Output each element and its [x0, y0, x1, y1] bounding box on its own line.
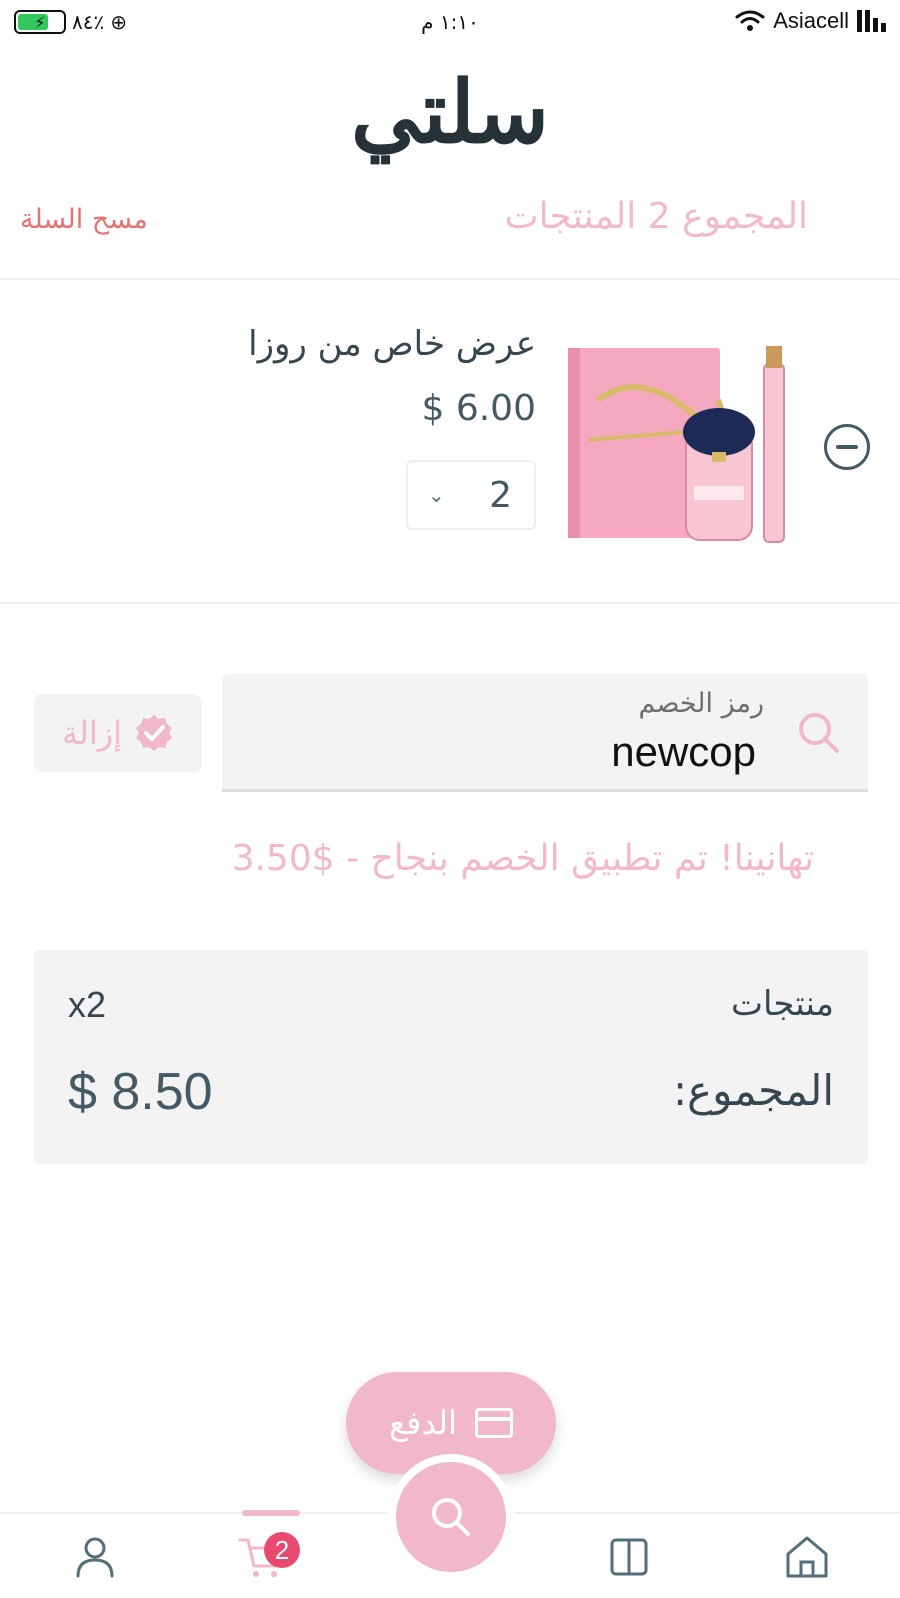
active-tab-indicator	[242, 1510, 300, 1516]
search-icon	[432, 1498, 470, 1536]
profile-icon[interactable]	[70, 1532, 120, 1582]
item-name: عرض خاص من روزا	[248, 324, 536, 364]
coupon-input[interactable]: رمز الخصم newcop	[222, 674, 868, 792]
pay-button[interactable]: الدفع	[346, 1372, 556, 1474]
search-icon	[799, 713, 839, 753]
total-label: المجموع:	[672, 1066, 834, 1115]
clear-cart-button[interactable]: مسح السلة	[20, 204, 148, 235]
remove-item-icon[interactable]	[824, 424, 870, 470]
coupon-value: newcop	[611, 728, 756, 775]
pay-label: الدفع	[389, 1404, 457, 1442]
divider	[0, 278, 900, 280]
cart-count-badge: 2	[264, 1532, 300, 1568]
total-products-count: المجموع 2 المنتجات	[504, 196, 808, 237]
verified-badge-icon	[136, 715, 173, 751]
products-label: منتجات	[730, 984, 834, 1024]
chevron-down-icon: ⌄	[428, 483, 445, 507]
coupon-success-message: تهانينا! تم تطبيق الخصم بنجاح - $3.50	[231, 838, 814, 879]
remove-coupon-button[interactable]: إزالة	[34, 694, 202, 772]
nav-search-button[interactable]	[396, 1462, 506, 1572]
credit-card-icon	[474, 1408, 513, 1438]
item-price: $ 6.00	[421, 388, 536, 429]
page-title: سلتي	[350, 62, 550, 163]
remove-coupon-label: إزالة	[61, 714, 123, 752]
cart-item: عرض خاص من روزا $ 6.00 ⌄ 2	[0, 300, 900, 600]
carrier-name: Asiacell	[773, 8, 849, 33]
order-summary: منتجات x2 المجموع: $ 8.50	[34, 950, 868, 1164]
products-count: x2	[68, 984, 107, 1025]
product-image	[568, 346, 785, 543]
quantity-select[interactable]: ⌄ 2	[406, 460, 536, 530]
wifi-icon	[735, 10, 765, 31]
home-icon[interactable]	[782, 1532, 832, 1582]
total-value: $ 8.50	[68, 1063, 213, 1121]
divider	[0, 602, 900, 604]
catalog-icon[interactable]	[604, 1532, 654, 1582]
coupon-label: رمز الخصم	[638, 688, 764, 719]
status-right: Asiacell	[735, 8, 886, 34]
status-bar: ⚡ ٨٤٪ ⊕ ١:١٠ م Asiacell	[0, 0, 900, 48]
signal-icon	[857, 10, 886, 32]
quantity-value: 2	[489, 474, 512, 516]
cart-summary-row: المجموع 2 المنتجات مسح السلة	[0, 196, 900, 256]
